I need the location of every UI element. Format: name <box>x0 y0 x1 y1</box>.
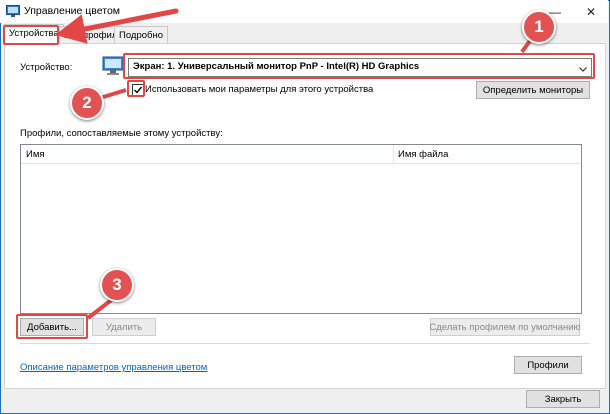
pointer-3 <box>86 296 116 320</box>
annotation-badge-2: 2 <box>70 86 104 120</box>
annotation-badge-2-text: 2 <box>82 93 92 112</box>
pointer-2 <box>99 88 127 100</box>
annotation-badge-3-text: 3 <box>112 275 122 294</box>
arrow-to-tab <box>55 8 179 44</box>
annotation-arrows <box>55 8 538 320</box>
annotation-badge-1-text: 1 <box>534 17 544 36</box>
annotation-badge-3: 3 <box>100 268 134 302</box>
annotation-badge-1: 1 <box>522 10 556 44</box>
